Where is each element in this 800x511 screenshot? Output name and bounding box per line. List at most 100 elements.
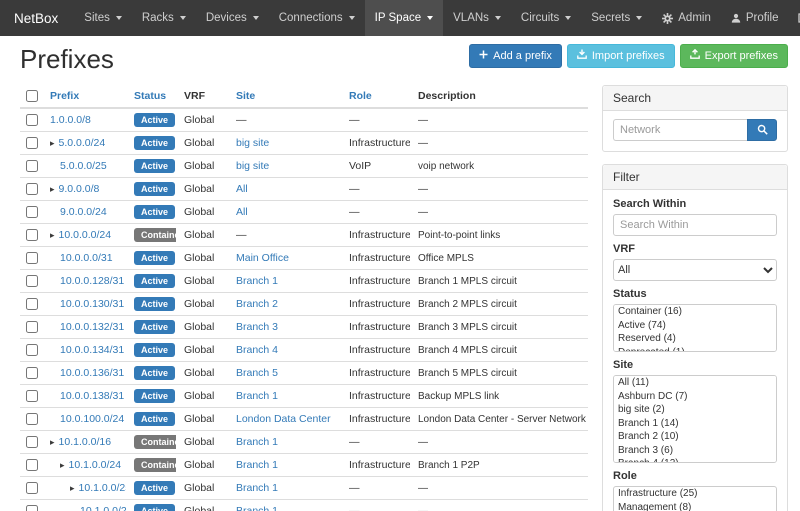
export-prefixes-button[interactable]: Export prefixes xyxy=(680,44,788,68)
nav-item-connections[interactable]: Connections xyxy=(269,0,365,36)
filter-option[interactable]: big site (2) xyxy=(614,403,776,417)
filter-option[interactable]: Infrastructure (25) xyxy=(614,487,776,501)
status-filter-listbox[interactable]: Container (16)Active (74)Reserved (4)Dep… xyxy=(613,304,777,352)
row-checkbox[interactable] xyxy=(26,160,38,172)
site-link[interactable]: Branch 1 xyxy=(236,390,278,402)
nav-item-circuits[interactable]: Circuits xyxy=(511,0,581,36)
filter-option[interactable]: Reserved (4) xyxy=(614,332,776,346)
role-filter-listbox[interactable]: Infrastructure (25)Management (8)Private… xyxy=(613,486,777,511)
site-link[interactable]: Branch 5 xyxy=(236,367,278,379)
filter-option[interactable]: Branch 4 (12) xyxy=(614,457,776,463)
row-checkbox[interactable] xyxy=(26,183,38,195)
site-link[interactable]: big site xyxy=(236,137,269,149)
prefix-link[interactable]: 10.1.0.0/26 xyxy=(80,505,126,511)
nav-item-racks[interactable]: Racks xyxy=(132,0,196,36)
row-checkbox[interactable] xyxy=(26,436,38,448)
column-header-link[interactable]: Prefix xyxy=(50,90,79,102)
table-row: 10.0.0.128/31ActiveGlobalBranch 1Infrast… xyxy=(20,270,588,293)
nav-item-logout[interactable]: Log out xyxy=(788,0,800,36)
column-header-status: Status xyxy=(126,85,176,108)
filter-option[interactable]: Branch 3 (6) xyxy=(614,444,776,458)
prefix-link[interactable]: 5.0.0.0/25 xyxy=(60,160,107,172)
search-within-input[interactable] xyxy=(613,214,777,236)
row-checkbox[interactable] xyxy=(26,114,38,126)
prefix-link[interactable]: 10.1.0.0/16 xyxy=(59,436,112,448)
site-link[interactable]: Branch 1 xyxy=(236,275,278,287)
filter-option[interactable]: All (11) xyxy=(614,376,776,390)
checkbox-cell xyxy=(20,431,42,454)
prefix-link[interactable]: 9.0.0.0/8 xyxy=(59,183,100,195)
prefix-link[interactable]: 10.0.0.130/31 xyxy=(60,298,124,310)
filter-option[interactable]: Branch 1 (14) xyxy=(614,417,776,431)
site-link[interactable]: Branch 2 xyxy=(236,298,278,310)
row-checkbox[interactable] xyxy=(26,413,38,425)
vrf-select[interactable]: All xyxy=(613,259,777,281)
prefix-link[interactable]: 1.0.0.0/8 xyxy=(50,114,91,126)
site-filter-listbox[interactable]: All (11)Ashburn DC (7)big site (2)Branch… xyxy=(613,375,777,463)
column-header-link[interactable]: Site xyxy=(236,90,255,102)
prefix-link[interactable]: 10.0.0.0/24 xyxy=(59,229,112,241)
nav-item-devices[interactable]: Devices xyxy=(196,0,269,36)
filter-option[interactable]: Active (74) xyxy=(614,319,776,333)
prefix-cell: ▸9.0.0.0/8 xyxy=(42,178,126,201)
prefix-link[interactable]: 10.1.0.0/24 xyxy=(69,459,122,471)
site-link[interactable]: All xyxy=(236,206,248,218)
site-cell: Branch 1 xyxy=(228,500,341,511)
column-header-link[interactable]: Status xyxy=(134,90,166,102)
filter-option[interactable]: Container (16) xyxy=(614,305,776,319)
site-link[interactable]: London Data Center xyxy=(236,413,331,425)
nav-item-vlans[interactable]: VLANs xyxy=(443,0,511,36)
prefix-link[interactable]: 9.0.0.0/24 xyxy=(60,206,107,218)
filter-option[interactable]: Branch 2 (10) xyxy=(614,430,776,444)
nav-item-admin[interactable]: Admin xyxy=(652,0,721,36)
import-prefixes-button[interactable]: Import prefixes xyxy=(567,44,675,68)
table-row: ▸10.1.0.0/24ContainerGlobalBranch 1Infra… xyxy=(20,454,588,477)
site-link[interactable]: Branch 1 xyxy=(236,505,278,511)
filter-option[interactable]: Ashburn DC (7) xyxy=(614,390,776,404)
site-cell: All xyxy=(228,178,341,201)
site-link[interactable]: Branch 3 xyxy=(236,321,278,333)
row-checkbox[interactable] xyxy=(26,321,38,333)
table-row: 10.0.0.132/31ActiveGlobalBranch 3Infrast… xyxy=(20,316,588,339)
prefix-link[interactable]: 10.1.0.0/25 xyxy=(79,482,126,494)
site-link[interactable]: All xyxy=(236,183,248,195)
site-link[interactable]: Main Office xyxy=(236,252,289,264)
column-header-link[interactable]: Role xyxy=(349,90,372,102)
row-checkbox[interactable] xyxy=(26,298,38,310)
search-input[interactable] xyxy=(613,119,747,141)
nav-item-sites[interactable]: Sites xyxy=(74,0,132,36)
row-checkbox[interactable] xyxy=(26,344,38,356)
filter-option[interactable]: Deprecated (1) xyxy=(614,346,776,353)
search-button[interactable] xyxy=(747,119,777,141)
prefix-link[interactable]: 5.0.0.0/24 xyxy=(59,137,106,149)
prefix-link[interactable]: 10.0.0.136/31 xyxy=(60,367,124,379)
row-checkbox[interactable] xyxy=(26,206,38,218)
prefix-link[interactable]: 10.0.100.0/24 xyxy=(60,413,124,425)
row-checkbox[interactable] xyxy=(26,229,38,241)
row-checkbox[interactable] xyxy=(26,137,38,149)
add-prefix-button[interactable]: Add a prefix xyxy=(469,44,562,68)
row-checkbox[interactable] xyxy=(26,275,38,287)
site-link[interactable]: Branch 1 xyxy=(236,482,278,494)
prefix-link[interactable]: 10.0.0.128/31 xyxy=(60,275,124,287)
row-checkbox[interactable] xyxy=(26,459,38,471)
row-checkbox[interactable] xyxy=(26,252,38,264)
prefix-link[interactable]: 10.0.0.0/31 xyxy=(60,252,113,264)
prefix-link[interactable]: 10.0.0.138/31 xyxy=(60,390,124,402)
site-link[interactable]: Branch 4 xyxy=(236,344,278,356)
site-link[interactable]: Branch 1 xyxy=(236,436,278,448)
row-checkbox[interactable] xyxy=(26,367,38,379)
row-checkbox[interactable] xyxy=(26,505,38,511)
row-checkbox[interactable] xyxy=(26,482,38,494)
nav-item-profile[interactable]: Profile xyxy=(721,0,789,36)
site-link[interactable]: big site xyxy=(236,160,269,172)
row-checkbox[interactable] xyxy=(26,390,38,402)
nav-item-ip-space[interactable]: IP Space xyxy=(365,0,443,36)
nav-item-secrets[interactable]: Secrets xyxy=(581,0,652,36)
select-all-checkbox[interactable] xyxy=(26,90,38,102)
prefix-link[interactable]: 10.0.0.132/31 xyxy=(60,321,124,333)
prefix-link[interactable]: 10.0.0.134/31 xyxy=(60,344,124,356)
filter-option[interactable]: Management (8) xyxy=(614,501,776,511)
site-link[interactable]: Branch 1 xyxy=(236,459,278,471)
app-logo[interactable]: NetBox xyxy=(0,0,74,36)
